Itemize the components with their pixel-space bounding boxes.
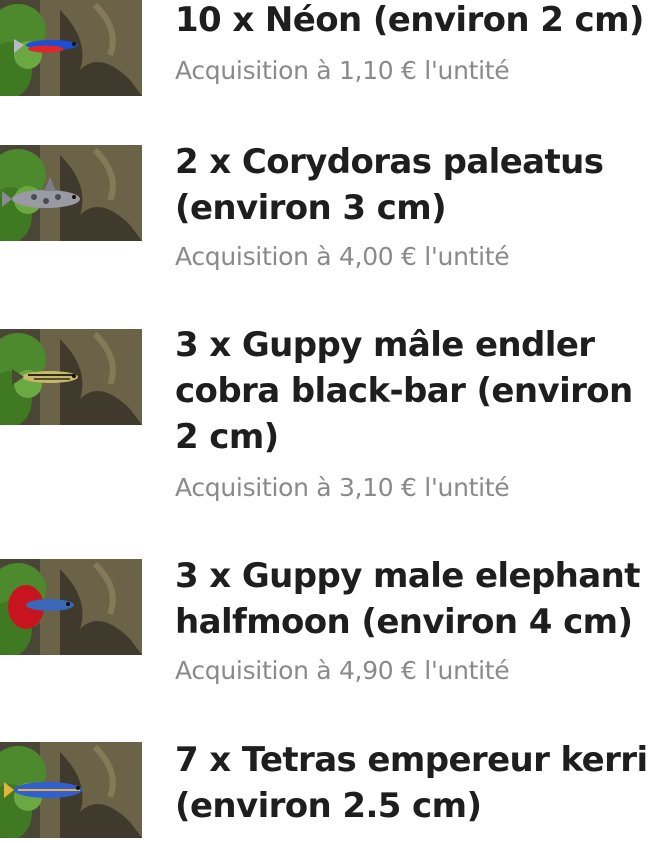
- item-name: 7 x Tetras empereur kerri (environ 2.5 c…: [175, 740, 648, 826]
- item-name: 3 x Guppy mâle endler cobra black-bar (e…: [175, 325, 633, 457]
- tetra-kerri-photo-icon: [0, 742, 142, 838]
- item-name: 3 x Guppy male elephant halfmoon (enviro…: [175, 556, 640, 642]
- item-unit-price: Acquisition à 3,10 € l'untité: [175, 473, 510, 502]
- item-unit-price: Acquisition à 4,90 € l'untité: [175, 656, 510, 685]
- neon-tetra-photo-icon: [0, 0, 142, 96]
- guppy-halfmoon-photo-icon: [0, 559, 142, 655]
- item-name: 2 x Corydoras paleatus (environ 3 cm): [175, 142, 604, 228]
- item-unit-price: Acquisition à 4,00 € l'untité: [175, 242, 510, 271]
- item-name: 10 x Néon (environ 2 cm): [175, 0, 644, 40]
- corydoras-photo-icon: [0, 145, 142, 241]
- order-item-list: 10 x Néon (environ 2 cm) Acquisition à 1…: [0, 0, 664, 843]
- guppy-endler-photo-icon: [0, 329, 142, 425]
- item-unit-price: Acquisition à 1,10 € l'untité: [175, 56, 510, 85]
